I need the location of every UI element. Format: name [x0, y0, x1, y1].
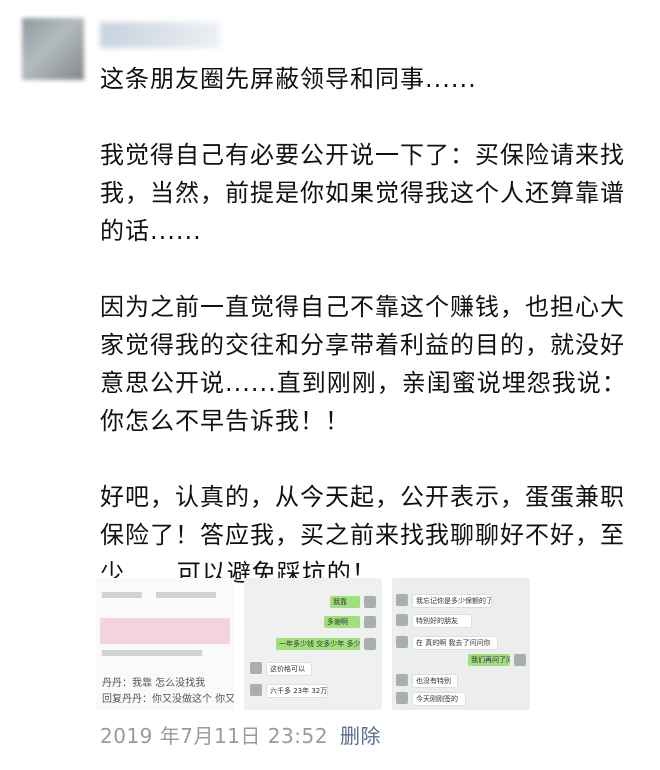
photo-thumbnail-1[interactable]: 丹丹：我靠 怎么没找我 回复丹丹：你又没做这个 你又没有	[96, 578, 234, 710]
post-paragraph: 我觉得自己有必要公开说一下了：买保险请来找我，当然，前提是你如果觉得我这个人还算…	[100, 141, 625, 245]
chat-bubble: 我们再问了问	[468, 654, 510, 666]
avatar[interactable]	[22, 18, 84, 80]
chat-avatar	[250, 684, 262, 696]
photo-grid: 丹丹：我靠 怎么没找我 回复丹丹：你又没做这个 你又没有 我靠 多谢啊 一年多少…	[96, 578, 536, 710]
chat-avatar	[396, 692, 408, 704]
post-paragraph: 这条朋友圈先屏蔽领导和同事......	[100, 65, 477, 93]
chat-bubble: 今天刚刚签的	[412, 692, 466, 706]
blurred-line	[102, 592, 142, 598]
chat-bubble: 我靠	[330, 596, 360, 608]
photo-thumbnail-2[interactable]: 我靠 多谢啊 一年多少钱 交多少年 多少保额 这价格可以 六千多 23年 32万	[244, 578, 382, 710]
chat-avatar	[396, 594, 408, 606]
blurred-line	[102, 650, 202, 656]
post-paragraph: 因为之前一直觉得自己不靠这个赚钱，也担心大家觉得我的交往和分享带着利益的目的，就…	[100, 293, 627, 435]
chat-bubble: 特别好的朋友	[412, 614, 472, 628]
chat-avatar	[364, 638, 376, 650]
chat-avatar	[396, 674, 408, 686]
chat-avatar	[364, 596, 376, 608]
photo-thumbnail-3[interactable]: 我忘记你是多少保额的了 特别好的朋友 在 真的啊 我去了问问你 我们再问了问 也…	[392, 578, 530, 710]
chat-avatar	[250, 662, 262, 674]
chat-bubble: 多谢啊	[324, 616, 360, 628]
chat-bubble: 这价格可以	[266, 662, 312, 676]
chat-bubble: 在 真的啊 我去了问问你	[412, 636, 498, 650]
chat-avatar	[396, 614, 408, 626]
chat-bubble: 也没有特别	[412, 674, 458, 688]
post-timestamp: 2019 年7月11日 23:52	[100, 724, 328, 748]
chat-bubble: 一年多少钱 交多少年 多少保额	[276, 638, 360, 650]
chat-avatar	[396, 636, 408, 648]
moment-post-text: 这条朋友圈先屏蔽领导和同事...... 我觉得自己有必要公开说一下了：买保险请来…	[100, 60, 645, 592]
post-paragraph: 好吧，认真的，从今天起，公开表示，蛋蛋兼职保险了！答应我，买之前来找我聊聊好不好…	[100, 483, 625, 587]
comment-line: 回复丹丹：你又没做这个 你又没有	[102, 694, 234, 705]
blurred-line	[156, 592, 216, 598]
chat-avatar	[514, 654, 526, 666]
username-blurred[interactable]	[100, 22, 220, 48]
comment-line: 丹丹：我靠 怎么没找我	[102, 678, 206, 689]
delete-button[interactable]: 删除	[340, 720, 381, 749]
pink-banner	[100, 618, 230, 644]
chat-avatar	[364, 616, 376, 628]
chat-bubble: 六千多 23年 32万	[266, 684, 328, 698]
chat-bubble: 我忘记你是多少保额的了	[412, 594, 492, 608]
